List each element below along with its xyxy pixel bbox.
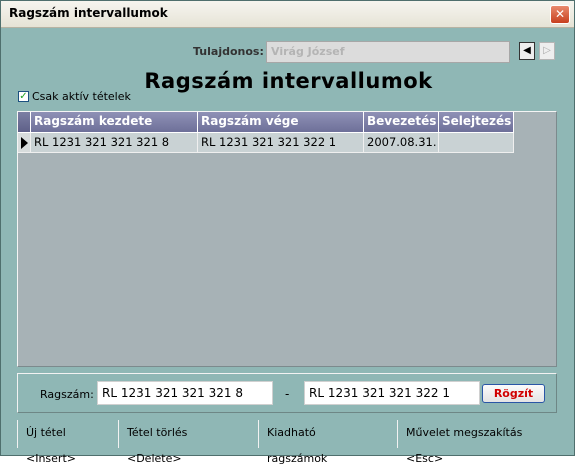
issuable-numbers-button[interactable]: Kiadható ragszámok xyxy=(258,420,378,465)
range-separator: - xyxy=(285,387,290,401)
cell-scrapped[interactable] xyxy=(439,133,514,153)
grid-corner xyxy=(18,112,31,133)
column-header-end[interactable]: Ragszám vége xyxy=(198,112,364,133)
row-selector[interactable] xyxy=(18,133,31,153)
page-title: Ragszám intervallumok xyxy=(144,69,433,93)
cancel-operation-button[interactable]: Művelet megszakítás <Esc> xyxy=(397,420,557,465)
owner-label: Tulajdonos: xyxy=(193,45,264,58)
cell-start[interactable]: RL 1231 321 321 321 8 xyxy=(31,133,198,153)
previous-owner-button[interactable]: ◀ xyxy=(519,42,535,60)
cell-introduced[interactable]: 2007.08.31. xyxy=(364,133,439,153)
column-header-scrapped[interactable]: Selejtezés xyxy=(439,112,514,133)
title-bar: Ragszám intervallumok ✕ xyxy=(1,1,574,28)
app-window: Ragszám intervallumok ✕ Tulajdonos: Virá… xyxy=(0,0,575,465)
intervals-grid[interactable]: Ragszám kezdete Ragszám vége Bevezetés S… xyxy=(17,111,557,367)
delete-item-button[interactable]: Tétel törlés <Delete> xyxy=(118,420,229,465)
range-end-input[interactable]: RL 1231 321 321 322 1 xyxy=(304,381,480,405)
column-header-start[interactable]: Ragszám kezdete xyxy=(31,112,198,133)
current-row-arrow-icon xyxy=(21,137,28,149)
save-button[interactable]: Rögzít xyxy=(482,384,545,403)
close-button[interactable]: ✕ xyxy=(550,5,570,24)
cell-end[interactable]: RL 1231 321 321 322 1 xyxy=(198,133,364,153)
new-item-button[interactable]: Új tétel <Insert> xyxy=(17,420,114,465)
owner-field[interactable]: Virág József xyxy=(266,41,510,63)
grid-header: Ragszám kezdete Ragszám vége Bevezetés S… xyxy=(18,112,514,133)
window-title: Ragszám intervallumok xyxy=(9,6,168,20)
next-owner-button[interactable]: ▷ xyxy=(539,42,555,60)
tracking-number-label: Ragszám: xyxy=(40,388,94,401)
range-start-input[interactable]: RL 1231 321 321 321 8 xyxy=(97,381,273,405)
table-row[interactable]: RL 1231 321 321 321 8 RL 1231 321 321 32… xyxy=(18,133,514,153)
column-header-introduced[interactable]: Bevezetés xyxy=(364,112,439,133)
